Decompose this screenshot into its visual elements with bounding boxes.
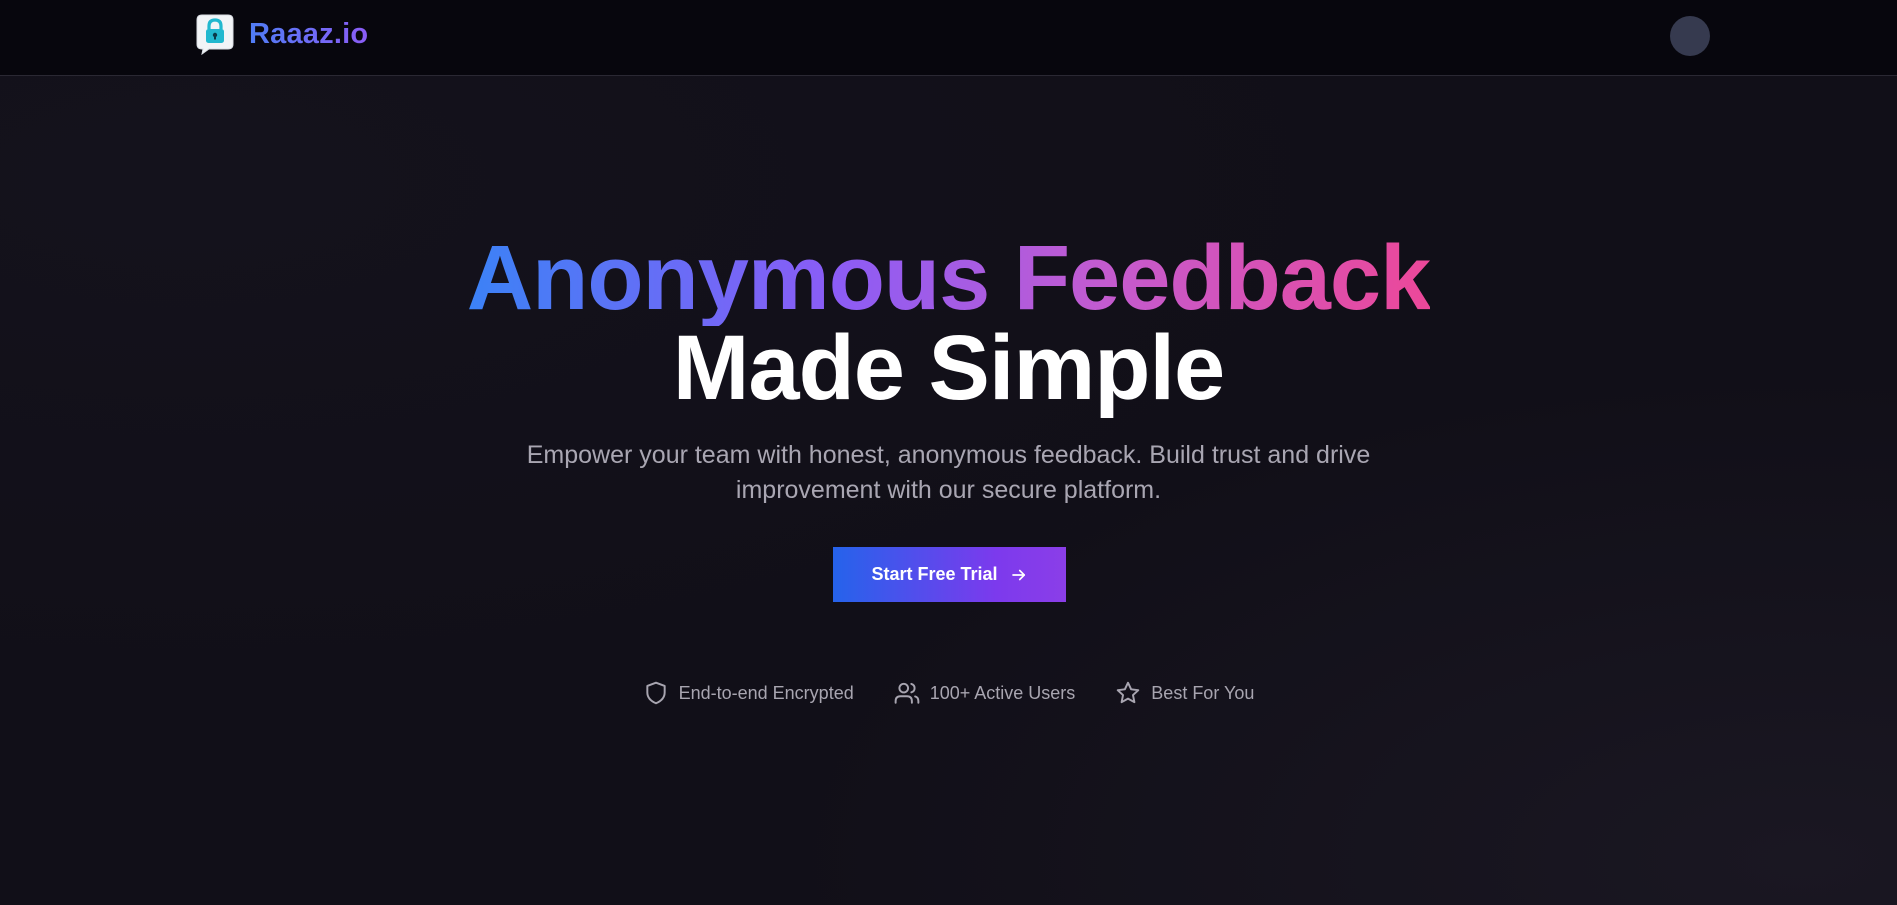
brand-home-link[interactable]: Raaaz.io [195, 13, 368, 55]
headline-plain: Made Simple [672, 317, 1225, 419]
feature-item-best: Best For You [1115, 680, 1254, 706]
feature-label: Best For You [1151, 682, 1255, 703]
cta-label: Start Free Trial [871, 564, 998, 584]
brand-name: Raaaz.io [249, 17, 369, 50]
top-navbar: Raaaz.io [0, 0, 1897, 76]
users-icon [894, 682, 920, 704]
feature-label: 100+ Active Users [929, 682, 1076, 703]
start-free-trial-button[interactable]: Start Free Trial [833, 547, 1066, 602]
headline-gradient: Anonymous Feedback [466, 227, 1432, 329]
shield-icon [645, 681, 666, 705]
chat-lock-icon [196, 14, 234, 55]
hero-section: Anonymous Feedback Made Simple Empower y… [0, 230, 1897, 508]
feature-item-users: 100+ Active Users [894, 680, 1076, 706]
star-icon [1117, 681, 1140, 704]
feature-label: End-to-end Encrypted [678, 682, 854, 703]
arrow-right-icon [1011, 569, 1025, 580]
avatar[interactable] [1670, 16, 1710, 56]
feature-list: End-to-end Encrypted 100+ Active Users B… [0, 680, 1897, 706]
hero-subtitle: Empower your team with honest, anonymous… [526, 441, 1371, 504]
feature-item-encrypted: End-to-end Encrypted [643, 680, 854, 706]
